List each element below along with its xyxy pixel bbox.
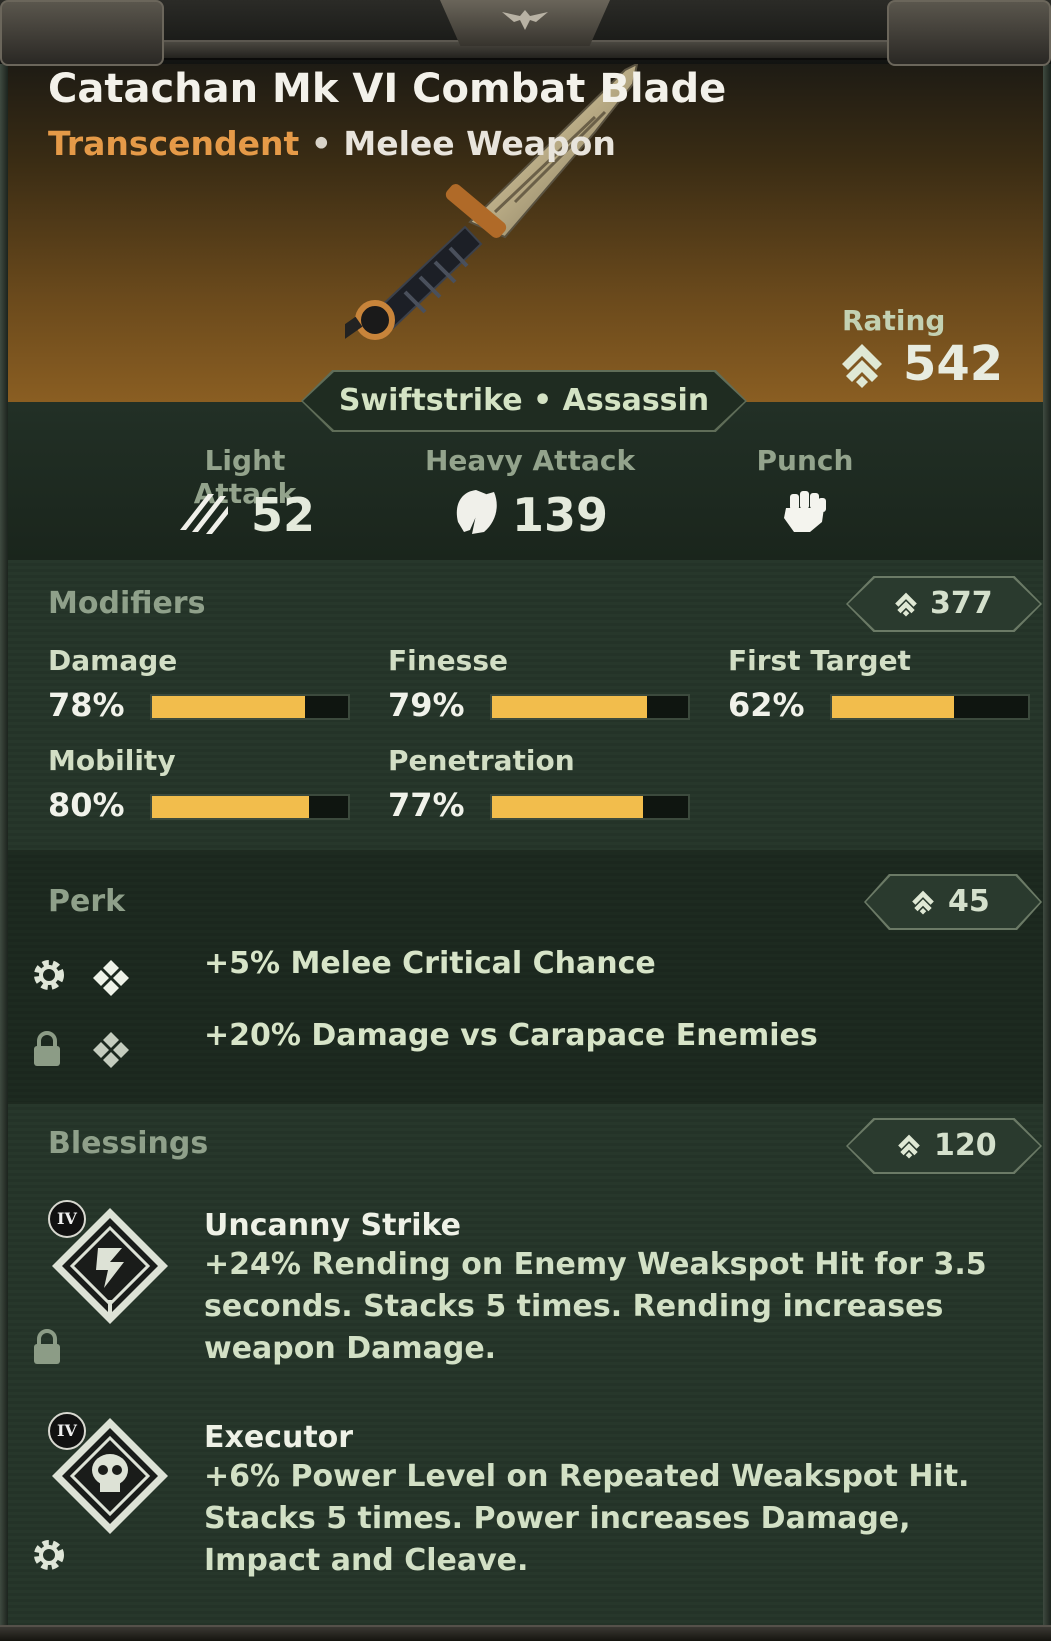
lock-icon [34,1329,60,1364]
stat-finesse-name: Finesse [388,644,508,677]
heavy-attack-label: Heavy Attack [424,444,636,477]
diamond-icon [93,960,129,996]
light-attack-icon [180,494,228,534]
blessing-1-desc: +24% Rending on Enemy Weakspot Hit for 3… [204,1247,987,1366]
lock-icon [34,1031,60,1066]
perk-1-text: +5% Melee Critical Chance [204,946,656,981]
stat-first-target-fill [832,696,954,718]
blessing-1-name: Uncanny Strike [204,1208,461,1243]
item-tooltip: Catachan Mk VI Combat Blade Transcendent… [0,0,1051,1641]
frame-bottom [0,1625,1051,1641]
gear-icon [34,1540,64,1570]
heavy-attack-icon [456,490,497,534]
gear-icon [34,960,64,990]
heavy-attack-value: 139 [512,488,609,542]
item-type: Melee Weapon [343,124,616,163]
stat-finesse-fill [492,696,647,718]
item-subtitle: Transcendent • Melee Weapon [48,124,616,163]
stat-penetration-pct: 77% [388,786,465,824]
frame-bracket-right [887,0,1051,66]
rating-label: Rating [842,304,946,337]
class-tag: Swiftstrike • Assassin [338,383,710,418]
item-rarity: Transcendent [48,124,300,163]
rating-icon [898,1134,920,1159]
modifiers-title: Modifiers [48,586,206,621]
blessing-2-name: Executor [204,1420,354,1455]
stat-mobility-fill [152,796,309,818]
blessings-title: Blessings [48,1126,209,1161]
item-name: Catachan Mk VI Combat Blade [48,66,727,112]
stat-first-target-bar [830,694,1030,720]
frame-bracket-left [0,0,164,66]
frame-right [1043,58,1051,1631]
stat-first-target-name: First Target [728,644,911,677]
blessing-2-desc: +6% Power Level on Repeated Weakspot Hit… [204,1459,970,1578]
stat-mobility-bar [150,794,350,820]
blessings-score: 120 [934,1128,997,1163]
perk-title: Perk [48,884,126,919]
stat-damage-bar [150,694,350,720]
modifiers-score: 377 [930,586,993,621]
stat-damage-name: Damage [48,644,178,677]
fist-icon [784,491,826,532]
stat-finesse-pct: 79% [388,686,465,724]
rating-value: 542 [903,336,1004,392]
stat-finesse-bar [490,694,690,720]
perk-score: 45 [948,884,990,919]
eagle-crest-icon [502,10,548,30]
tier-badge: IV [48,1200,86,1238]
rating-icon [912,890,934,915]
light-attack-value: 52 [251,488,316,542]
tier-badge: IV [48,1412,86,1450]
separator: • [310,124,332,163]
frame-left [0,58,8,1631]
stat-mobility-name: Mobility [48,744,176,777]
rating-icon [842,344,882,388]
stat-penetration-bar [490,794,690,820]
stat-damage-fill [152,696,305,718]
punch-label: Punch [756,444,854,477]
rating-icon [895,592,917,617]
stat-first-target-pct: 62% [728,686,805,724]
stat-penetration-name: Penetration [388,744,575,777]
stat-damage-pct: 78% [48,686,125,724]
diamond-icon [93,1032,129,1068]
stat-penetration-fill [492,796,643,818]
perk-2-text: +20% Damage vs Carapace Enemies [204,1018,818,1053]
frame-top [0,0,1051,66]
stat-mobility-pct: 80% [48,786,125,824]
